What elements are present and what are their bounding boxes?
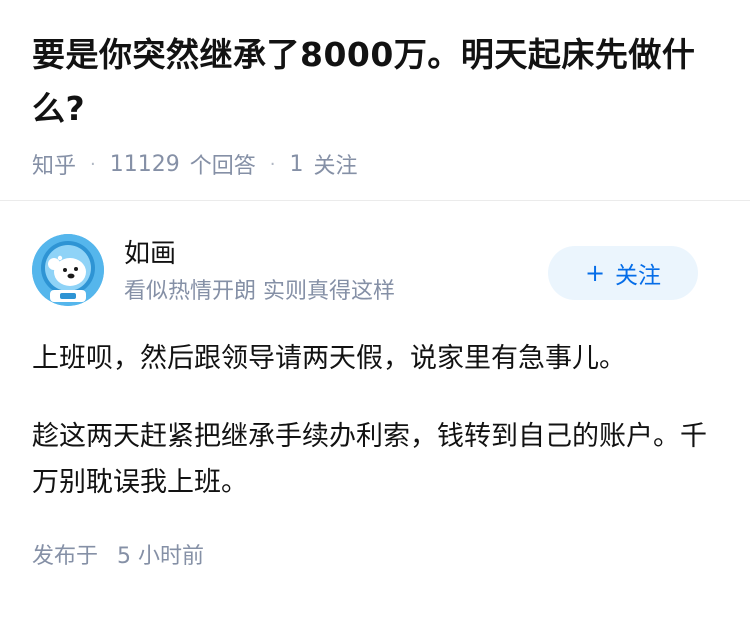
answer-timestamp: 发布于 5 小时前 (32, 538, 718, 570)
answer-card: 如画 看似热情开朗 实则真得这样 + 关注 上班呗，然后跟领导请两天假，说家里有… (32, 234, 718, 570)
answer-count-label[interactable]: 个回答 (190, 148, 256, 180)
question-header: 要是你突然继承了8000万。明天起床先做什么? 知乎 · 11129 个回答 ·… (32, 28, 722, 182)
plus-icon: + (584, 259, 606, 287)
published-label: 发布于 (32, 544, 99, 569)
question-meta: 知乎 · 11129 个回答 · 1 关注 (32, 146, 722, 182)
section-divider (0, 200, 750, 201)
published-time: 5 小时前 (117, 544, 205, 569)
follower-count: 1 (289, 151, 304, 177)
meta-separator: · (269, 153, 276, 175)
author-bio: 看似热情开朗 实则真得这样 (124, 279, 395, 304)
author-name[interactable]: 如画 (124, 236, 176, 272)
follower-count-label[interactable]: 关注 (314, 148, 358, 180)
answer-count: 11129 (109, 151, 180, 177)
answer-paragraph: 上班呗，然后跟领导请两天假，说家里有急事儿。 (32, 343, 626, 374)
answer-body[interactable]: 上班呗，然后跟领导请两天假，说家里有急事儿。 趁这两天赶紧把继承手续办利索，钱转… (32, 336, 718, 506)
follow-button[interactable]: + 关注 (548, 246, 698, 300)
author-row: 如画 看似热情开朗 实则真得这样 + 关注 (32, 234, 718, 310)
answer-paragraph: 趁这两天赶紧把继承手续办利索，钱转到自己的账户。千万别耽误我上班。 (32, 421, 707, 498)
meta-separator: · (90, 153, 96, 175)
question-title[interactable]: 要是你突然继承了8000万。明天起床先做什么? (32, 28, 722, 136)
follow-button-label: 关注 (615, 263, 662, 289)
source-label[interactable]: 知乎 (32, 148, 76, 180)
bear-astronaut-avatar-icon[interactable] (32, 234, 104, 306)
